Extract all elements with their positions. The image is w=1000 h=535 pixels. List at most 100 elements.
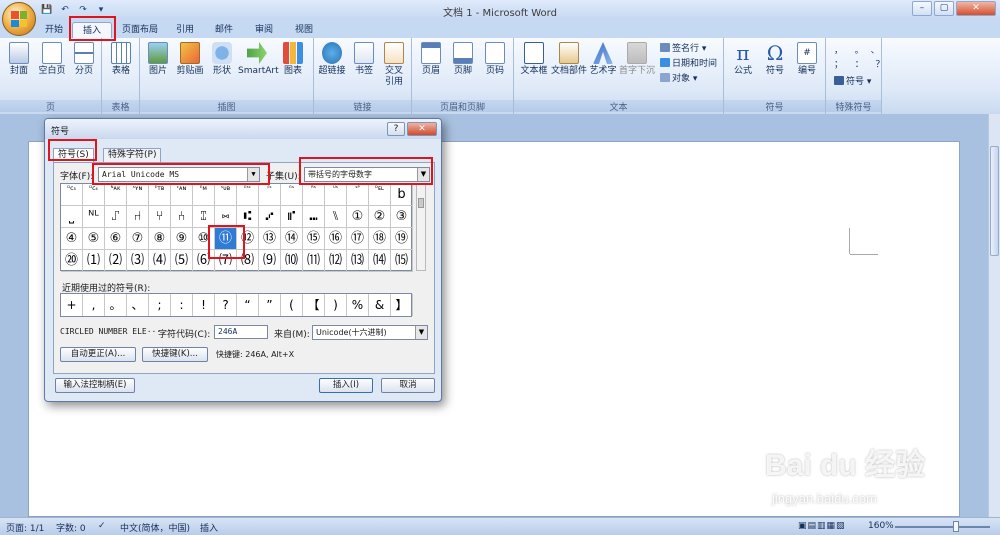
symbol-cell[interactable]: ᴰᴇʟ [369,184,391,206]
symbol-cell[interactable]: ⑨ [171,228,193,250]
cover-button[interactable]: 封面 [4,42,34,77]
tab-review[interactable]: 审阅 [250,22,278,38]
word-count[interactable]: 字数: 0 [56,521,86,534]
textbox-button[interactable]: 文本框 [518,42,550,77]
symbol-cell[interactable]: ᴺᴀᴋ [105,184,127,206]
drop-cap-button[interactable]: 首字下沉 [618,42,656,77]
symbol-cell[interactable]: ⑻ [237,250,259,272]
minimize-button[interactable]: – [912,1,932,16]
recent-symbol-cell[interactable]: : [171,294,193,316]
maximize-button[interactable]: ▢ [934,1,954,16]
symbol-cell[interactable]: ⑴ [83,250,105,272]
symbol-cell[interactable]: ⑤ [83,228,105,250]
symbol-cell[interactable]: ⑈ [281,206,303,228]
symbol-cell[interactable]: ⑱ [369,228,391,250]
symbol-grid-scrollbar[interactable] [416,183,426,271]
symbol-cell[interactable]: ᶜᴀɴ [171,184,193,206]
dialog-close-button[interactable]: ✕ [407,122,437,136]
symbol-cell[interactable]: ⑉ [303,206,325,228]
symbol-cell[interactable]: ⑶ [127,250,149,272]
tab-references[interactable]: 引用 [172,22,198,38]
close-button[interactable]: ✕ [956,1,996,16]
tab-page-layout[interactable]: 页面布局 [118,22,162,38]
symbol-cell[interactable]: ⑂ [149,206,171,228]
symbol-cell[interactable]: ᴳˢ [281,184,303,206]
symbol-cell[interactable]: ⑰ [347,228,369,250]
wordart-button[interactable]: 艺术字 [588,42,618,77]
symbol-cell[interactable]: ꟳˢ [259,184,281,206]
symbol-cell[interactable]: b [391,184,413,206]
symbol-cell[interactable]: ᴱᴍ [193,184,215,206]
page-number-button[interactable]: 页码 [480,42,510,77]
symbol-cell[interactable]: ᴱᴛʙ [149,184,171,206]
symbol-cell[interactable]: ᴱˢᶜ [237,184,259,206]
recent-symbol-cell[interactable]: % [347,294,369,316]
symbol-cell[interactable]: ⑸ [171,250,193,272]
numbering-button[interactable]: # 编号 [792,42,822,77]
chart-button[interactable]: 图表 [278,42,308,77]
font-select[interactable]: Arial Unicode MS ▼ [98,167,260,182]
recent-symbol-cell[interactable]: ) [325,294,347,316]
symbol-cell[interactable]: ⑇ [259,206,281,228]
dialog-title-bar[interactable]: 符号 ? ✕ [45,119,441,139]
tab-symbols[interactable]: 符号(S) [53,148,94,163]
recent-symbol-cell[interactable]: “ [237,294,259,316]
symbol-cell[interactable]: ⑭ [281,228,303,250]
language-status[interactable]: 中文(简体，中国) [120,521,190,534]
symbol-cell[interactable]: ⑿ [325,250,347,272]
smartart-button[interactable]: SmartArt [238,42,279,77]
symbol-cell[interactable]: ⑬ [259,228,281,250]
bookmark-button[interactable]: 书签 [350,42,378,77]
symbol-grid[interactable]: ᴰᴄ₃ ᴰᴄ₄ ᴺᴀᴋ ˢʏɴ ᴱᴛʙ ᶜᴀɴ ᴱᴍ ˢᴜʙ ᴱˢᶜ ꟳˢ ᴳˢ ᴿˢ ᵁˢ ˢᴾ ᴰᴇʟ b… [60,183,413,272]
symbol-cell[interactable]: ② [369,206,391,228]
page-count[interactable]: 页面: 1/1 [6,521,44,534]
footer-button[interactable]: 页脚 [448,42,478,77]
page-break-button[interactable]: 分页 [70,42,98,77]
symbol-cell[interactable]: ⑊ [325,206,347,228]
cancel-button[interactable]: 取消 [381,378,435,393]
recent-symbol-cell[interactable]: & [369,294,391,316]
symbol-cell[interactable]: ᴿˢ [303,184,325,206]
symbol-cell[interactable]: ⒀ [347,250,369,272]
recent-symbol-cell[interactable]: 、 [127,294,149,316]
recent-symbol-cell[interactable]: 】 [391,294,413,316]
tab-insert[interactable]: 插入 [72,22,112,38]
scroll-thumb[interactable] [418,198,424,208]
recent-symbol-cell[interactable]: ! [193,294,215,316]
zoom-slider[interactable] [895,526,990,528]
scroll-thumb[interactable] [990,146,999,256]
symbol-cell[interactable]: ᴰᴄ₃ [61,184,83,206]
proofing-icon[interactable]: ✓ [98,521,106,531]
symbol-cell[interactable]: ⑄ [193,206,215,228]
recent-symbol-cell[interactable]: 【 [303,294,325,316]
shapes-button[interactable]: 形状 [208,42,236,77]
symbol-cell[interactable]: ⑧ [149,228,171,250]
signature-line-button[interactable]: 签名行 ▾ [660,43,706,55]
shortcut-key-button[interactable]: 快捷键(K)... [142,347,208,362]
char-code-input[interactable]: 246A [214,325,268,339]
hyperlink-button[interactable]: 超链接 [316,42,348,77]
vertical-scrollbar[interactable] [988,114,1000,517]
symbol-cell[interactable]: ⑩ [193,228,215,250]
recent-symbols[interactable]: +,。、;:!? “”(【)% &】 [60,293,413,317]
date-time-button[interactable]: 日期和时间 [660,58,717,70]
object-button[interactable]: 对象 ▾ [660,73,697,85]
symbol-cell[interactable]: ⑾ [303,250,325,272]
ime-control-button[interactable]: 输入法控制柄(E) [55,378,135,393]
from-select[interactable]: Unicode(十六进制) ▼ [312,325,428,340]
dialog-help-button[interactable]: ? [387,122,405,136]
zoom-slider-thumb[interactable] [953,521,959,532]
office-button[interactable] [2,2,36,36]
symbol-cell[interactable]: ⑆ [237,206,259,228]
symbol-cell[interactable]: ⑳ [61,250,83,272]
symbol-cell[interactable]: ᴰᴄ₄ [83,184,105,206]
symbol-cell[interactable]: ⑵ [105,250,127,272]
symbol-cell[interactable]: ⑹ [193,250,215,272]
autocorrect-button[interactable]: 自动更正(A)... [60,347,136,362]
zoom-level[interactable]: 160% [868,521,894,531]
symbol-cell[interactable]: ᴺᴸ [83,206,105,228]
symbol-cell[interactable]: ⑁ [127,206,149,228]
recent-symbol-cell[interactable]: , [83,294,105,316]
symbol-cell[interactable]: ⒁ [369,250,391,272]
insert-button[interactable]: 插入(I) [319,378,373,393]
